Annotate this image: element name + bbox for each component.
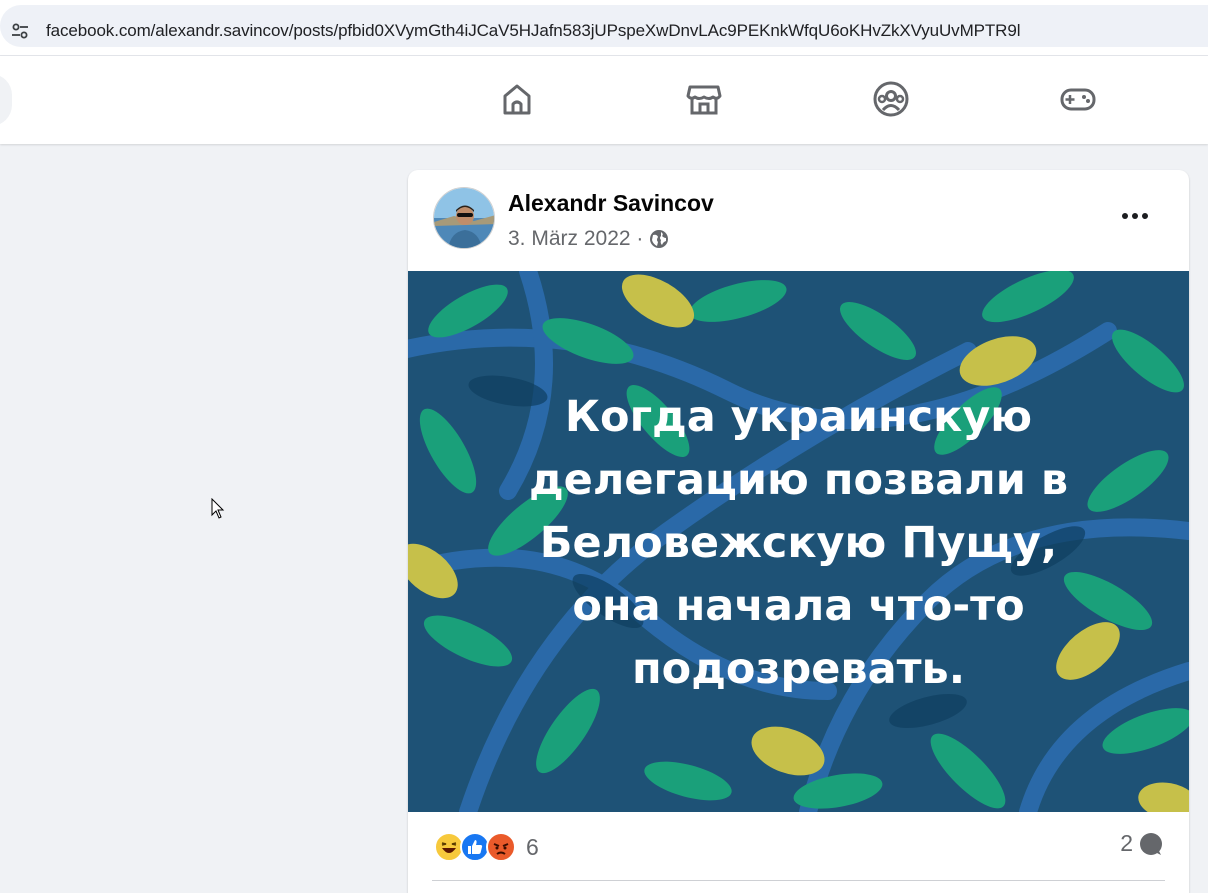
globe-icon bbox=[650, 230, 669, 248]
post-image[interactable]: Когда украинскую делегацию позвали в Бел… bbox=[408, 271, 1189, 812]
home-icon bbox=[503, 84, 531, 115]
address-field[interactable]: facebook.com/alexandr.savincov/posts/pfb… bbox=[0, 5, 1208, 47]
reactions-summary[interactable]: 6 bbox=[434, 827, 539, 867]
tab-home[interactable] bbox=[494, 76, 540, 122]
reaction-count[interactable]: 6 bbox=[526, 834, 539, 861]
post-meta: 3. März 2022 · bbox=[508, 227, 669, 251]
url-text[interactable]: facebook.com/alexandr.savincov/posts/pfb… bbox=[46, 21, 1020, 41]
divider bbox=[432, 880, 1165, 881]
groups-icon bbox=[873, 81, 909, 117]
post-card: Alexandr Savincov 3. März 2022 · Когда у… bbox=[408, 170, 1189, 893]
post-image-text: Когда украинскую делегацию позвали в Бел… bbox=[528, 392, 1069, 694]
comment-icon bbox=[1140, 832, 1162, 855]
search-button[interactable] bbox=[0, 74, 12, 126]
post-date[interactable]: 3. März 2022 · bbox=[508, 227, 643, 251]
more-options-button[interactable] bbox=[1115, 198, 1155, 234]
avatar[interactable] bbox=[433, 187, 495, 249]
profile-photo bbox=[434, 188, 494, 248]
post-author[interactable]: Alexandr Savincov bbox=[508, 190, 714, 217]
tune-icon[interactable] bbox=[10, 21, 30, 41]
browser-address-bar: facebook.com/alexandr.savincov/posts/pfb… bbox=[0, 0, 1208, 56]
angry-icon bbox=[486, 832, 516, 862]
top-navigation bbox=[0, 56, 1208, 144]
more-icon bbox=[1122, 213, 1148, 219]
comments-summary[interactable]: 2 bbox=[1120, 830, 1163, 857]
tab-marketplace[interactable] bbox=[681, 76, 727, 122]
gaming-icon bbox=[1060, 88, 1096, 111]
tab-groups[interactable] bbox=[868, 76, 914, 122]
tab-gaming[interactable] bbox=[1055, 76, 1101, 122]
marketplace-icon bbox=[686, 85, 722, 115]
mouse-cursor-icon bbox=[211, 498, 225, 519]
comment-count[interactable]: 2 bbox=[1120, 830, 1133, 857]
